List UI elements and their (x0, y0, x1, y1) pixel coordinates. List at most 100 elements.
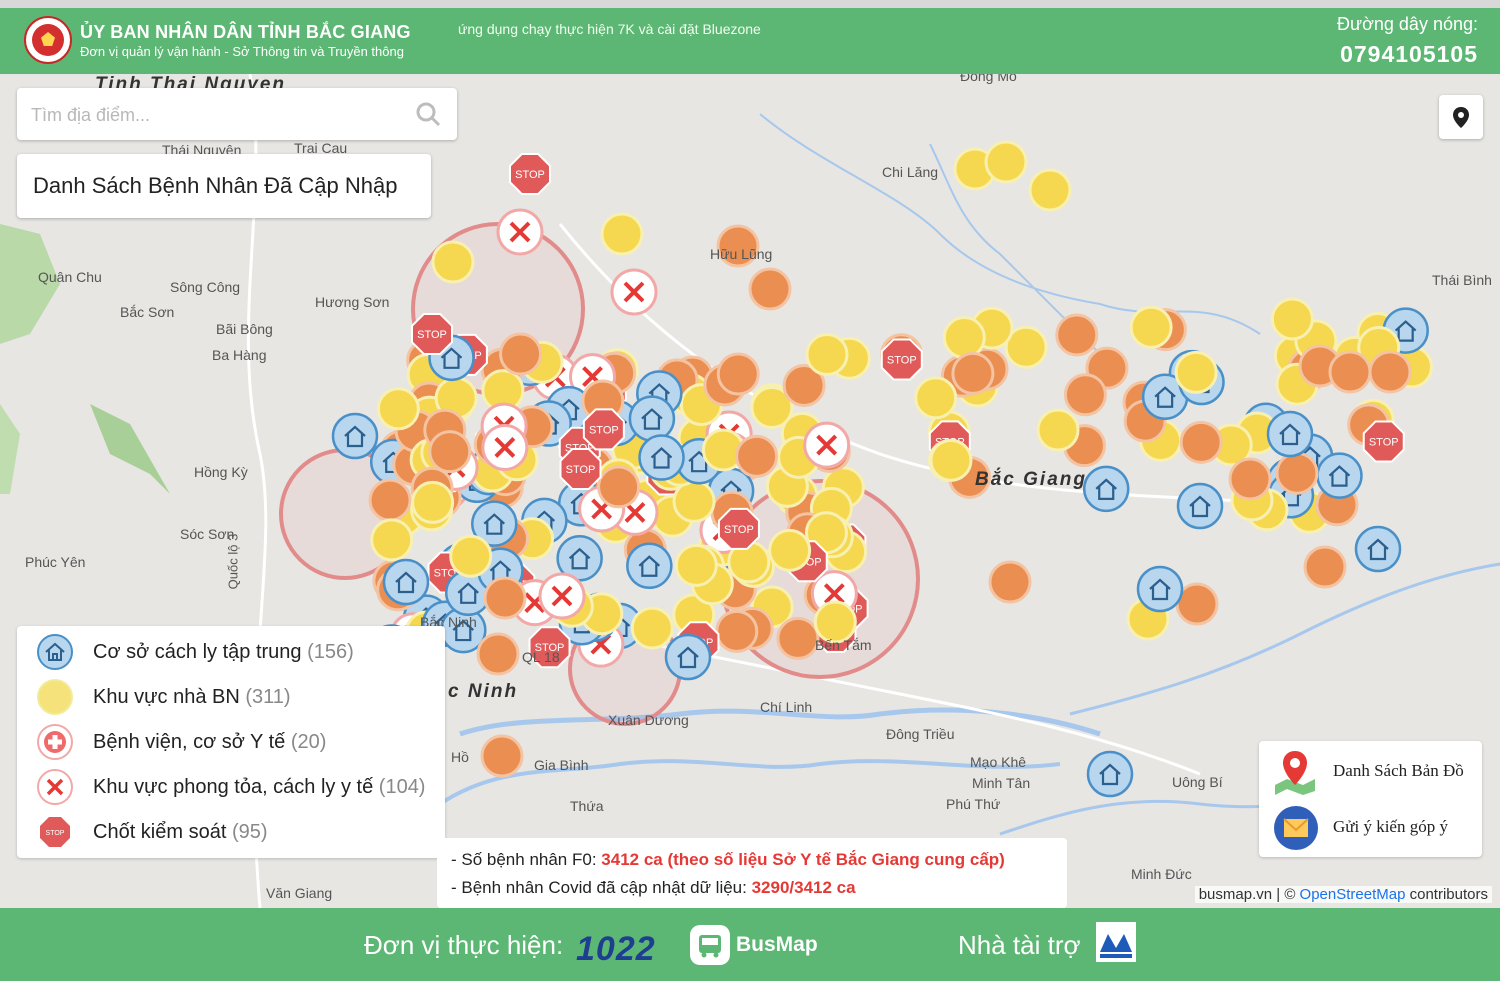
house-marker[interactable] (331, 412, 379, 460)
lockdown-marker[interactable] (610, 268, 658, 316)
case-orange-marker[interactable] (951, 351, 995, 395)
case-yellow-marker[interactable] (431, 240, 475, 284)
osm-link[interactable]: OpenStreetMap (1300, 886, 1406, 903)
case-orange-marker[interactable] (776, 616, 820, 660)
stop-marker[interactable]: STOP (717, 507, 760, 550)
legend-label: Khu vực nhà BN (93, 686, 240, 708)
case-yellow-marker[interactable] (984, 140, 1028, 184)
lockdown-marker[interactable] (803, 421, 851, 469)
legend-label: Bệnh viện, cơ sở Y tế (93, 731, 286, 753)
header-bar: ỦY BAN NHÂN DÂN TỈNH BẮC GIANG Đơn vị qu… (0, 0, 1500, 74)
case-yellow-marker[interactable] (411, 480, 455, 524)
quick-links-panel: Danh Sách Bản Đồ Gửi ý kiến góp ý (1259, 741, 1482, 857)
case-yellow-marker[interactable] (672, 479, 716, 523)
search-input[interactable] (29, 98, 403, 132)
house-marker[interactable] (1136, 565, 1184, 613)
attrib-site[interactable]: busmap.vn (1199, 886, 1272, 903)
case-orange-marker[interactable] (480, 734, 524, 778)
case-yellow-marker[interactable] (674, 543, 718, 587)
case-orange-marker[interactable] (988, 560, 1032, 604)
case-orange-marker[interactable] (735, 434, 779, 478)
stat-f0-label: - Số bệnh nhân F0: (451, 850, 602, 869)
case-yellow-marker[interactable] (449, 534, 493, 578)
stop-marker[interactable]: STOP (582, 408, 625, 451)
case-orange-marker[interactable] (716, 352, 760, 396)
search-icon[interactable] (415, 101, 441, 127)
case-yellow-marker[interactable] (1270, 297, 1314, 341)
house-marker[interactable] (1316, 452, 1363, 499)
case-statistics: - Số bệnh nhân F0: 3412 ca (theo số liệu… (437, 838, 1067, 908)
case-orange-marker[interactable] (1368, 350, 1412, 394)
case-orange-marker[interactable] (499, 332, 543, 376)
case-yellow-marker[interactable] (1028, 168, 1072, 212)
stat-updated-label: - Bệnh nhân Covid đã cập nhật dữ liệu: (451, 878, 752, 897)
hotline-number[interactable]: 0794105105 (1340, 41, 1478, 68)
place-label: Chi Lăng (882, 164, 939, 180)
implementer-label: Đơn vị thực hiện: (364, 930, 564, 960)
case-yellow-marker[interactable] (805, 333, 849, 377)
case-yellow-marker[interactable] (929, 438, 973, 482)
lockdown-marker[interactable] (481, 423, 529, 471)
house-marker[interactable] (626, 542, 673, 590)
house-marker[interactable] (1266, 410, 1314, 458)
case-yellow-marker[interactable] (370, 518, 414, 562)
house-marker[interactable] (638, 434, 685, 481)
legend-count: (20) (290, 731, 327, 753)
case-yellow-marker[interactable] (1036, 408, 1080, 452)
patient-list-button[interactable]: Danh Sách Bệnh Nhân Đã Cập Nhập (17, 154, 431, 218)
place-label: Hồ (451, 749, 469, 765)
sponsor-logo (1096, 922, 1136, 962)
case-orange-marker[interactable] (597, 465, 641, 509)
feedback-link[interactable]: Gửi ý kiến góp ý (1273, 805, 1473, 851)
case-orange-marker[interactable] (483, 576, 527, 620)
house-marker[interactable] (1354, 525, 1402, 573)
case-yellow-marker[interactable] (376, 387, 420, 431)
map-list-link[interactable]: Danh Sách Bản Đồ (1273, 749, 1473, 795)
case-orange-marker[interactable] (476, 632, 520, 676)
place-label: Đông Triều (886, 726, 955, 742)
case-orange-marker[interactable] (368, 478, 412, 522)
case-orange-marker[interactable] (1179, 420, 1223, 464)
house-marker[interactable] (1086, 750, 1134, 798)
case-orange-marker[interactable] (1063, 373, 1107, 417)
case-yellow-marker[interactable] (768, 528, 812, 572)
case-orange-marker[interactable] (715, 609, 759, 653)
svg-text:STOP: STOP (515, 169, 545, 181)
stop-marker[interactable]: STOP (1362, 420, 1405, 463)
case-orange-marker[interactable] (428, 430, 472, 474)
stop-marker[interactable]: STOP (559, 448, 602, 491)
case-orange-marker[interactable] (748, 267, 792, 311)
place-label: Phú Thứ (946, 796, 1001, 812)
lockdown-marker[interactable] (538, 572, 586, 620)
footer-bar: Đơn vị thực hiện: 1022 BusMap Nhà tài tr… (0, 908, 1500, 981)
case-orange-marker[interactable] (1055, 313, 1099, 357)
my-location-button[interactable] (1439, 95, 1483, 139)
stat-f0-value: 3412 ca (theo số liệu Sở Y tế Bắc Giang … (601, 850, 1005, 869)
house-marker[interactable] (628, 395, 676, 442)
house-marker[interactable] (664, 633, 712, 681)
place-label: Hữu Lũng (710, 246, 773, 262)
case-orange-marker[interactable] (1328, 350, 1372, 394)
case-orange-marker[interactable] (1303, 545, 1347, 589)
lockdown-marker[interactable] (496, 208, 544, 256)
search-box (17, 88, 457, 140)
stop-marker[interactable]: STOP (411, 313, 453, 355)
case-yellow-marker[interactable] (600, 212, 644, 256)
house-marker[interactable] (382, 558, 430, 606)
house-marker[interactable] (1082, 465, 1130, 513)
place-label: Ba Hàng (212, 347, 267, 363)
case-yellow-marker[interactable] (1174, 350, 1218, 394)
map-legend: Cơ sở cách ly tập trung (156) Khu vực nh… (17, 626, 445, 858)
stop-marker[interactable]: STOP (509, 153, 551, 195)
place-label: Quân Chu (38, 269, 102, 285)
house-marker[interactable] (1176, 482, 1224, 530)
case-orange-marker[interactable] (1228, 457, 1272, 501)
case-yellow-marker[interactable] (1129, 305, 1173, 349)
case-yellow-marker[interactable] (914, 376, 958, 420)
place-label: Hương Sơn (315, 294, 390, 310)
case-orange-marker[interactable] (1275, 451, 1319, 495)
case-yellow-marker[interactable] (942, 316, 986, 360)
case-yellow-marker[interactable] (630, 606, 674, 650)
hospital-icon (37, 724, 73, 760)
stop-marker[interactable]: STOP (880, 338, 923, 381)
